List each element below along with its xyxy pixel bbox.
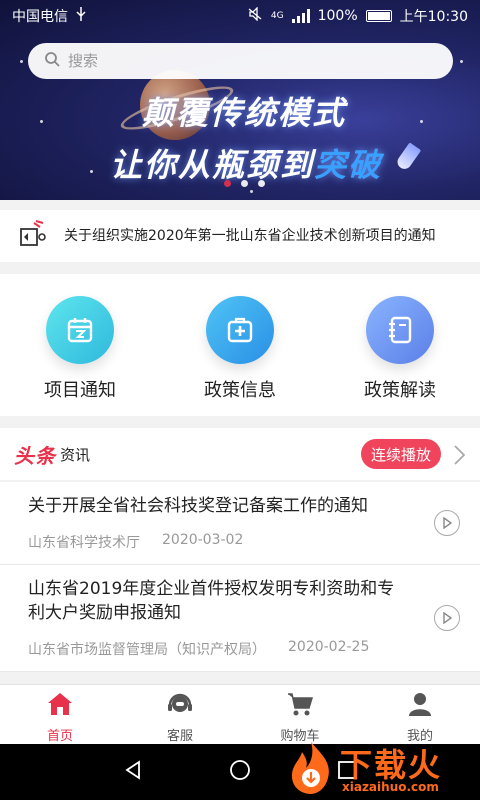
home-icon xyxy=(46,691,74,721)
signal-icon xyxy=(291,9,310,23)
search-bar[interactable] xyxy=(28,43,453,79)
quick-item-policy-interpretation[interactable]: 政策解读 xyxy=(330,296,470,416)
news-list: 关于开展全省社会科技奖登记备案工作的通知 山东省科学技术厅 2020-03-02… xyxy=(0,482,480,672)
rocket-graphic xyxy=(394,142,422,172)
play-icon[interactable] xyxy=(434,510,460,536)
usb-icon xyxy=(76,7,86,25)
carousel-dot[interactable] xyxy=(258,180,265,187)
tab-home[interactable]: 首页 xyxy=(0,685,120,744)
quick-menu: 项目通知 政策信息 政策解读 xyxy=(0,274,480,416)
watermark: 下载火 xiazaihuo.com xyxy=(282,736,480,800)
quick-item-label: 项目通知 xyxy=(44,380,116,401)
banner-headline: 颠覆传统模式 xyxy=(142,94,347,132)
clock: 上午10:30 xyxy=(399,9,468,25)
cart-icon xyxy=(286,691,314,721)
headset-icon xyxy=(166,691,194,721)
flame-logo-icon xyxy=(286,740,336,800)
battery-icon xyxy=(365,10,392,22)
continuous-play-button[interactable]: 连续播放 xyxy=(361,439,441,469)
news-subtitle: 资讯 xyxy=(60,445,91,464)
back-icon[interactable] xyxy=(122,759,144,785)
news-date: 2020-02-25 xyxy=(288,639,370,655)
status-bar: 中国电信 4G 100% 上午10:30 xyxy=(0,0,480,32)
hero-banner[interactable]: 中国电信 4G 100% 上午10:30 颠覆传统模式 让你从瓶颈到突破 xyxy=(0,0,480,200)
carousel-dot[interactable] xyxy=(241,180,248,187)
search-input[interactable] xyxy=(68,52,428,70)
news-title: 关于开展全省社会科技奖登记备案工作的通知 xyxy=(28,496,368,516)
news-section-header: 头条 资讯 连续播放 xyxy=(0,428,480,480)
news-title: 山东省2019年度企业首件授权发明专利资助和专利大户奖励申报通知 xyxy=(28,579,395,623)
notice-bar[interactable]: 关于组织实施2020年第一批山东省企业技术创新项目的通知 xyxy=(0,210,480,262)
battery-percent: 100% xyxy=(317,8,358,24)
notebook-icon xyxy=(366,296,434,364)
home-circle-icon[interactable] xyxy=(229,759,251,785)
user-icon xyxy=(406,691,434,721)
tab-customer-service[interactable]: 客服 xyxy=(120,685,240,744)
news-date: 2020-03-02 xyxy=(162,532,244,548)
play-icon[interactable] xyxy=(434,605,460,631)
mute-icon xyxy=(247,6,263,25)
megaphone-icon xyxy=(18,219,48,253)
carousel-indicator xyxy=(224,180,265,187)
news-item[interactable]: 山东省2019年度企业首件授权发明专利资助和专利大户奖励申报通知 山东省市场监督… xyxy=(0,565,480,672)
watermark-url: xiazaihuo.com xyxy=(342,780,439,794)
notice-text: 关于组织实施2020年第一批山东省企业技术创新项目的通知 xyxy=(64,228,436,244)
banner-subheadline-text: 让你从瓶颈到 xyxy=(110,146,315,184)
chevron-right-icon[interactable] xyxy=(452,444,466,470)
search-icon xyxy=(44,51,60,71)
news-item[interactable]: 关于开展全省社会科技奖登记备案工作的通知 山东省科学技术厅 2020-03-02 xyxy=(0,482,480,565)
news-logo: 头条 xyxy=(14,443,56,468)
news-source: 山东省科学技术厅 xyxy=(28,535,140,551)
quick-item-policy-info[interactable]: 政策信息 xyxy=(170,296,310,416)
carrier-label: 中国电信 xyxy=(12,9,68,25)
quick-item-project-notice[interactable]: 项目通知 xyxy=(10,296,150,416)
tab-label: 客服 xyxy=(166,729,193,744)
quick-item-label: 政策解读 xyxy=(364,380,436,401)
network-type-label: 4G xyxy=(270,11,284,21)
carousel-dot[interactable] xyxy=(224,180,231,187)
tab-label: 首页 xyxy=(46,729,73,744)
calendar-icon xyxy=(46,296,114,364)
news-source: 山东省市场监督管理局（知识产权局） xyxy=(28,642,266,658)
bottom-tab-bar: 首页 客服 购物车 我的 xyxy=(0,684,480,744)
medical-kit-icon xyxy=(206,296,274,364)
banner-subheadline-highlight: 突破 xyxy=(314,146,383,184)
quick-item-label: 政策信息 xyxy=(204,380,276,401)
